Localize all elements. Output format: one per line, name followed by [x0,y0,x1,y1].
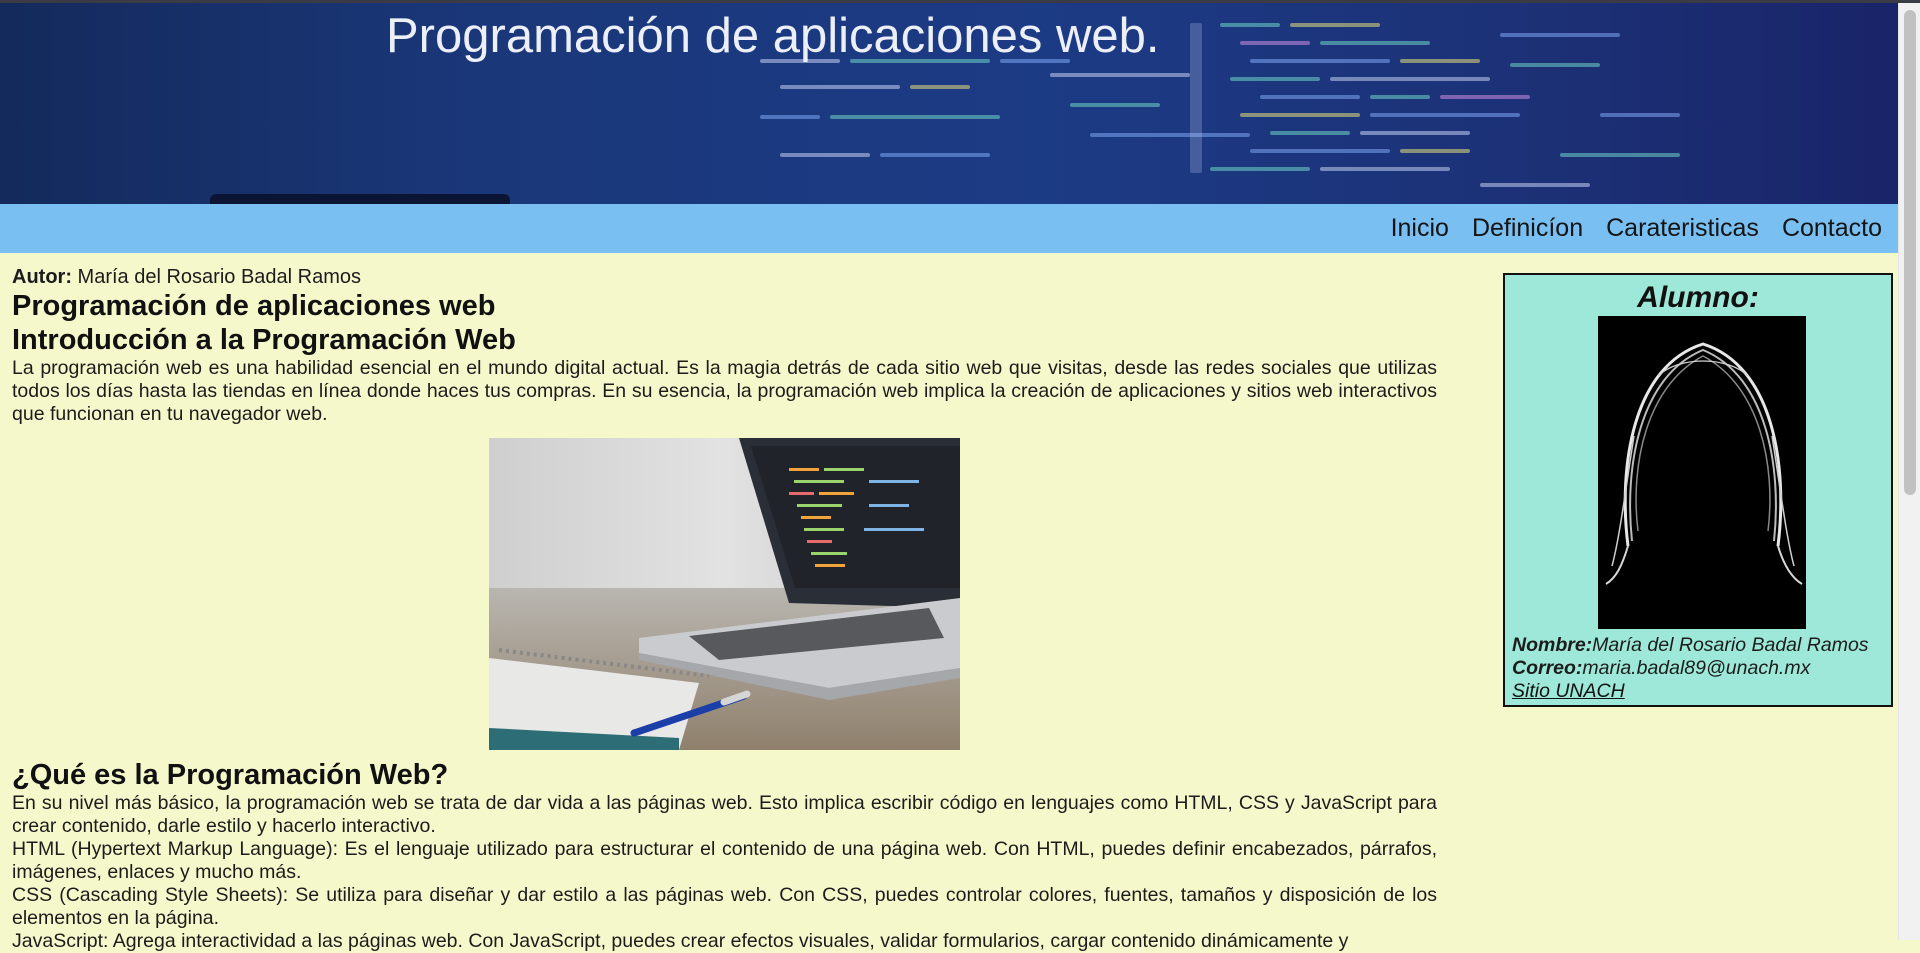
header-banner: Programación de aplicaciones web. [0,3,1898,204]
student-card-title: Alumno: [1637,281,1759,314]
author-name: María del Rosario Badal Ramos [71,266,361,288]
section-heading-intro: Introducción a la Programación Web [12,324,516,356]
main-content: Autor: María del Rosario Badal Ramos Pro… [12,265,1437,953]
nav-link-inicio[interactable]: Inicio [1391,214,1449,243]
nav-link-caracteristicas[interactable]: Carateristicas [1606,214,1759,243]
top-navbar: Inicio Definicíon Carateristicas Contact… [0,204,1898,253]
student-email-value: maria.badal89@unach.mx [1582,657,1811,679]
scrollbar-thumb[interactable] [1904,10,1916,495]
student-card: Alumno: Nombre:María del Rosario Badal R… [1503,273,1893,707]
sitio-unach-link[interactable]: Sitio UNACH [1512,680,1625,702]
student-email-row: Correo:maria.badal89@unach.mx [1512,657,1869,680]
author-line: Autor: María del Rosario Badal Ramos [12,265,1437,289]
student-silhouette-image [1598,316,1806,629]
paragraph-css: CSS (Cascading Style Sheets): Se utiliza… [12,884,1437,929]
vertical-scrollbar[interactable] [1898,3,1920,940]
main-nav: Inicio Definicíon Carateristicas Contact… [1391,204,1882,253]
site-title: Programación de aplicaciones web. [386,9,1160,63]
student-info: Nombre:María del Rosario Badal Ramos Cor… [1512,634,1869,703]
paragraph-html: HTML (Hypertext Markup Language): Es el … [12,838,1437,883]
student-name-value: María del Rosario Badal Ramos [1592,634,1869,656]
intro-paragraph: La programación web es una habilidad ese… [12,357,1437,425]
author-label: Autor: [12,266,72,288]
student-email-label: Correo: [1512,657,1583,679]
laptop-image-container [12,438,1437,750]
student-name-row: Nombre:María del Rosario Badal Ramos [1512,634,1869,657]
laptop-notebook-image [489,438,960,750]
section-heading-main: Programación de aplicaciones web [12,290,496,322]
student-link-row: Sitio UNACH [1512,680,1869,703]
nav-link-contacto[interactable]: Contacto [1782,214,1882,243]
paragraph-javascript: JavaScript: Agrega interactividad a las … [12,930,1349,952]
student-name-label: Nombre: [1512,634,1593,656]
section-heading-what-is: ¿Qué es la Programación Web? [12,759,449,791]
nav-link-definicion[interactable]: Definicíon [1472,214,1583,243]
paragraph-basics: En su nivel más básico, la programación … [12,792,1437,837]
